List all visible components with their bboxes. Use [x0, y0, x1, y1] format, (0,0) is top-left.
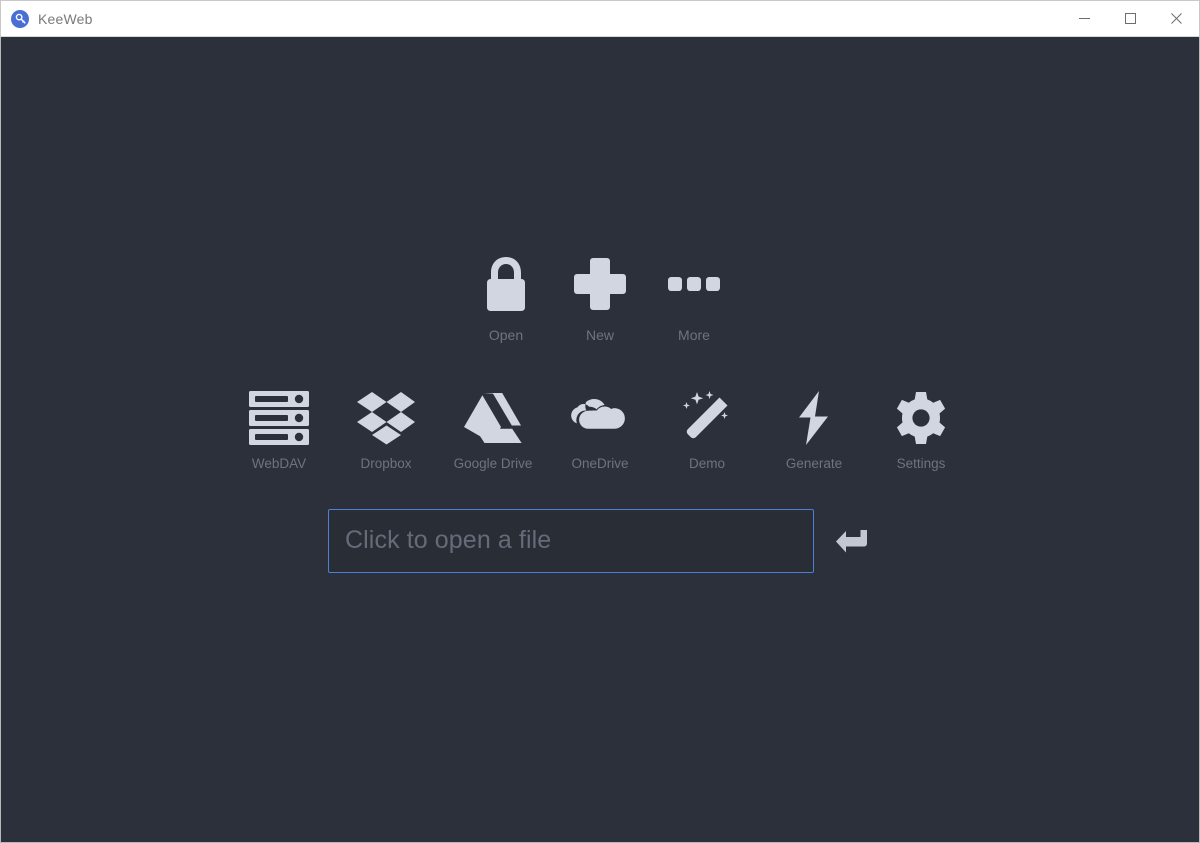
- primary-action-row: Open New More: [1, 253, 1199, 342]
- storage-onedrive-button[interactable]: OneDrive: [547, 390, 654, 471]
- settings-button[interactable]: Settings: [868, 390, 975, 471]
- settings-label: Settings: [896, 456, 946, 471]
- file-open-submit-button[interactable]: [832, 521, 872, 561]
- lightning-bolt-icon: [795, 390, 833, 446]
- close-button[interactable]: [1153, 1, 1199, 36]
- onedrive-icon: [570, 390, 630, 446]
- plus-icon: [572, 253, 628, 315]
- open-label: Open: [488, 327, 524, 343]
- title-bar-left: KeeWeb: [1, 9, 93, 28]
- intro-panel: Open New More WebDAV Dropbox Google Driv…: [1, 253, 1199, 573]
- dropbox-icon: [357, 390, 415, 446]
- more-button[interactable]: More: [647, 253, 741, 342]
- open-button[interactable]: Open: [459, 253, 553, 342]
- window-controls: [1061, 1, 1199, 36]
- enter-arrow-icon: [835, 526, 869, 556]
- new-button[interactable]: New: [553, 253, 647, 342]
- keeweb-key-icon: [11, 9, 29, 28]
- maximize-icon: [1124, 13, 1136, 24]
- storage-webdav-button[interactable]: WebDAV: [226, 390, 333, 471]
- minimize-icon: [1078, 13, 1090, 24]
- storage-webdav-label: WebDAV: [251, 456, 307, 471]
- storage-action-row: WebDAV Dropbox Google Drive OneDrive Dem…: [1, 390, 1199, 471]
- new-label: New: [585, 327, 614, 343]
- storage-dropbox-button[interactable]: Dropbox: [333, 390, 440, 471]
- ellipsis-icon: [668, 253, 720, 315]
- app-content: Open New More WebDAV Dropbox Google Driv…: [0, 36, 1200, 843]
- file-open-input[interactable]: Click to open a file: [328, 508, 814, 573]
- google-drive-icon: [464, 390, 522, 446]
- minimize-button[interactable]: [1061, 1, 1107, 36]
- close-icon: [1170, 13, 1182, 24]
- more-label: More: [678, 327, 710, 343]
- demo-label: Demo: [688, 456, 725, 471]
- lock-icon: [481, 253, 531, 315]
- generate-button[interactable]: Generate: [761, 390, 868, 471]
- magic-wand-icon: [679, 390, 735, 446]
- title-bar: KeeWeb: [0, 0, 1200, 36]
- demo-button[interactable]: Demo: [654, 390, 761, 471]
- generate-label: Generate: [785, 456, 843, 471]
- storage-onedrive-label: OneDrive: [571, 456, 629, 471]
- storage-google-drive-button[interactable]: Google Drive: [440, 390, 547, 471]
- file-open-placeholder: Click to open a file: [345, 526, 552, 554]
- file-open-row: Click to open a file: [1, 508, 1199, 573]
- storage-google-drive-label: Google Drive: [453, 456, 533, 471]
- app-title: KeeWeb: [38, 10, 93, 27]
- gear-icon: [894, 390, 948, 446]
- storage-dropbox-label: Dropbox: [360, 456, 412, 471]
- server-icon: [248, 390, 310, 446]
- maximize-button[interactable]: [1107, 1, 1153, 36]
- app-window: KeeWeb Open New More WebDAV Dropbox Goog…: [0, 0, 1200, 843]
